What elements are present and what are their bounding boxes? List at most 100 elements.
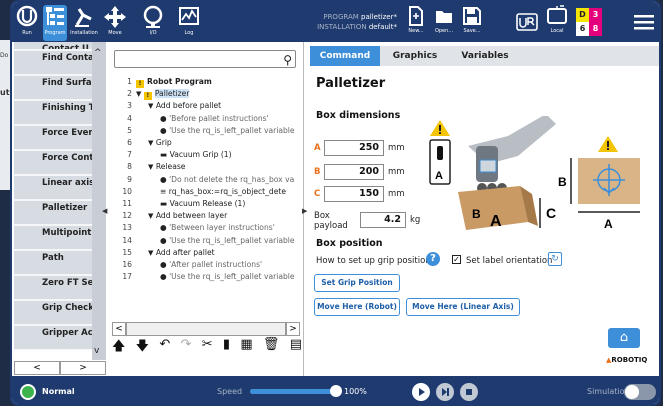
tree-row[interactable]: 3 ▼ Add before pallet: [108, 100, 304, 112]
command-list-scrollbar[interactable]: ^ v: [92, 42, 106, 360]
action-icon: ▬: [160, 150, 168, 160]
box-position-heading: Box position: [316, 238, 383, 249]
command-list-item[interactable]: Multipoint Path: [14, 226, 104, 251]
expand-right-icon[interactable]: ▶: [302, 207, 307, 215]
tree-row[interactable]: 10 ≡ rq_has_box:=rq_is_object_dete: [108, 186, 304, 198]
scroll-left-button[interactable]: <: [112, 322, 126, 336]
command-list-item[interactable]: Path: [14, 251, 104, 276]
tree-row[interactable]: 11 ▬ Vacuum Release (1): [108, 198, 304, 210]
expand-icon[interactable]: ▼: [148, 212, 153, 220]
open-button[interactable]: Open...: [430, 5, 458, 41]
command-list-item[interactable]: Contact U: [14, 42, 104, 51]
speed-slider[interactable]: [250, 385, 342, 397]
command-list-item[interactable]: Force Control: [14, 151, 104, 176]
tree-horizontal-scrollbar[interactable]: < >: [112, 322, 300, 336]
tree-row[interactable]: 14 ● 'Use the rq_is_left_pallet variable: [108, 235, 304, 247]
page-left-button[interactable]: <: [14, 361, 60, 375]
program-info: PROGRAM palletizer* INSTALLATION default…: [287, 12, 397, 32]
save-button[interactable]: Save...: [458, 5, 486, 41]
command-list-item[interactable]: Grip Check: [14, 301, 104, 326]
dim-c-field[interactable]: 150: [324, 186, 384, 202]
cut-icon[interactable]: ✂: [202, 337, 213, 355]
new-button[interactable]: New...: [402, 5, 430, 41]
page-right-button[interactable]: >: [60, 361, 106, 375]
scroll-up-icon[interactable]: ^: [94, 48, 102, 58]
tree-node: ● 'Before pallet instructions': [160, 113, 269, 125]
tree-row[interactable]: 9 ● 'Do not delete the rq_has_box va: [108, 174, 304, 186]
suppress-icon[interactable]: ▤: [290, 337, 302, 355]
move-up-icon[interactable]: 🡅: [112, 337, 125, 355]
scroll-down-icon[interactable]: v: [94, 346, 99, 356]
command-list-item[interactable]: Find Conta Offset: [14, 51, 104, 76]
command-list-item[interactable]: Palletizer: [14, 201, 104, 226]
tree-row[interactable]: 4 ● 'Before pallet instructions': [108, 113, 304, 125]
delete-icon[interactable]: 🗑: [263, 337, 280, 355]
speed-slider-knob[interactable]: [330, 385, 342, 397]
tree-row[interactable]: 13 ● 'Between layer instructions': [108, 222, 304, 234]
expand-icon[interactable]: ▼: [148, 163, 153, 171]
scroll-track[interactable]: [126, 322, 286, 336]
io-tab[interactable]: I/O: [140, 5, 166, 41]
command-list-item[interactable]: Zero FT Sensor: [14, 276, 104, 301]
play-button[interactable]: [412, 383, 430, 401]
label-orientation-checkbox[interactable]: ✓: [452, 255, 461, 264]
dim-a-field[interactable]: 250: [324, 140, 384, 156]
tree-row[interactable]: 16 ● 'After pallet instructions': [108, 259, 304, 271]
expand-icon[interactable]: ▼: [148, 249, 153, 257]
simulation-toggle[interactable]: [624, 384, 656, 400]
hamburger-menu-icon[interactable]: [634, 14, 654, 30]
redo-icon[interactable]: ↷: [181, 337, 192, 355]
rotate-icon[interactable]: ↻: [548, 252, 562, 266]
command-list-item[interactable]: Linear axis move: [14, 176, 104, 201]
tree-row[interactable]: 15 ▼ Add after pallet: [108, 247, 304, 259]
stop-button[interactable]: [460, 383, 478, 401]
help-icon[interactable]: ?: [426, 252, 440, 266]
expand-icon[interactable]: ▼: [136, 90, 141, 98]
stop-icon: [466, 389, 472, 395]
installation-tab[interactable]: Installation: [69, 5, 99, 41]
tree-row[interactable]: 7 ▬ Vacuum Grip (1): [108, 149, 304, 161]
command-list-item[interactable]: Gripper Activate: [14, 326, 104, 350]
collapse-left-icon[interactable]: ◀: [102, 207, 107, 215]
tab-graphics[interactable]: Graphics: [380, 46, 450, 66]
command-list-item[interactable]: Force Ever: [14, 126, 104, 151]
search-icon[interactable]: ⚲: [283, 53, 292, 67]
tree-row[interactable]: 8 ▼ Release: [108, 161, 304, 173]
payload-field[interactable]: 4.2: [360, 212, 406, 228]
scroll-right-button[interactable]: >: [286, 322, 300, 336]
tree-row[interactable]: 6 ▼ Grip: [108, 137, 304, 149]
log-tab[interactable]: Log: [176, 5, 202, 41]
tree-row[interactable]: 2 ▼ ! Palletizer: [108, 88, 304, 101]
tree-row[interactable]: 17 ● 'Use the rq_is_left_pallet variable: [108, 271, 304, 283]
move-tab[interactable]: Move: [102, 5, 128, 41]
line-number: 10: [122, 186, 132, 196]
step-button[interactable]: [436, 383, 454, 401]
tree-row[interactable]: 12 ▼ Add between layer: [108, 210, 304, 222]
dim-b-field[interactable]: 200: [324, 164, 384, 180]
search-input[interactable]: ⚲: [114, 50, 296, 68]
tree-row[interactable]: 1! Robot Program: [108, 76, 304, 88]
tree-node: ≡ rq_has_box:=rq_is_object_dete: [160, 186, 286, 198]
home-button[interactable]: ⌂: [608, 328, 640, 348]
tree-row[interactable]: 5 ● 'Use the rq_is_left_pallet variable: [108, 125, 304, 137]
tab-command[interactable]: Command: [310, 46, 380, 66]
palletizer-illustration: A B A C B A: [429, 116, 640, 231]
ur-plus-icon[interactable]: [516, 13, 538, 31]
paste-icon[interactable]: ▦: [240, 337, 252, 355]
move-here-linear-axis-button[interactable]: Move Here (Linear Axis): [406, 298, 520, 316]
command-list-item[interactable]: Find Surfa: [14, 76, 104, 101]
expand-icon[interactable]: ▼: [148, 102, 153, 110]
expand-icon[interactable]: ▼: [148, 139, 153, 147]
program-tab[interactable]: Program: [43, 5, 67, 41]
box-orientation-diagram: B A: [558, 136, 640, 231]
copy-icon[interactable]: ▮: [223, 337, 230, 355]
robot-status-icon[interactable]: [20, 384, 36, 400]
undo-icon[interactable]: ↶: [159, 337, 170, 355]
set-grip-position-button[interactable]: Set Grip Position: [314, 274, 400, 292]
tab-variables[interactable]: Variables: [450, 46, 520, 66]
move-down-icon[interactable]: 🡇: [136, 337, 149, 355]
run-tab[interactable]: Run: [14, 5, 40, 41]
local-control-button[interactable]: Local: [542, 5, 572, 41]
move-here-robot-button[interactable]: Move Here (Robot): [314, 298, 400, 316]
command-list-item[interactable]: Finishing Tool Contr: [14, 101, 104, 126]
